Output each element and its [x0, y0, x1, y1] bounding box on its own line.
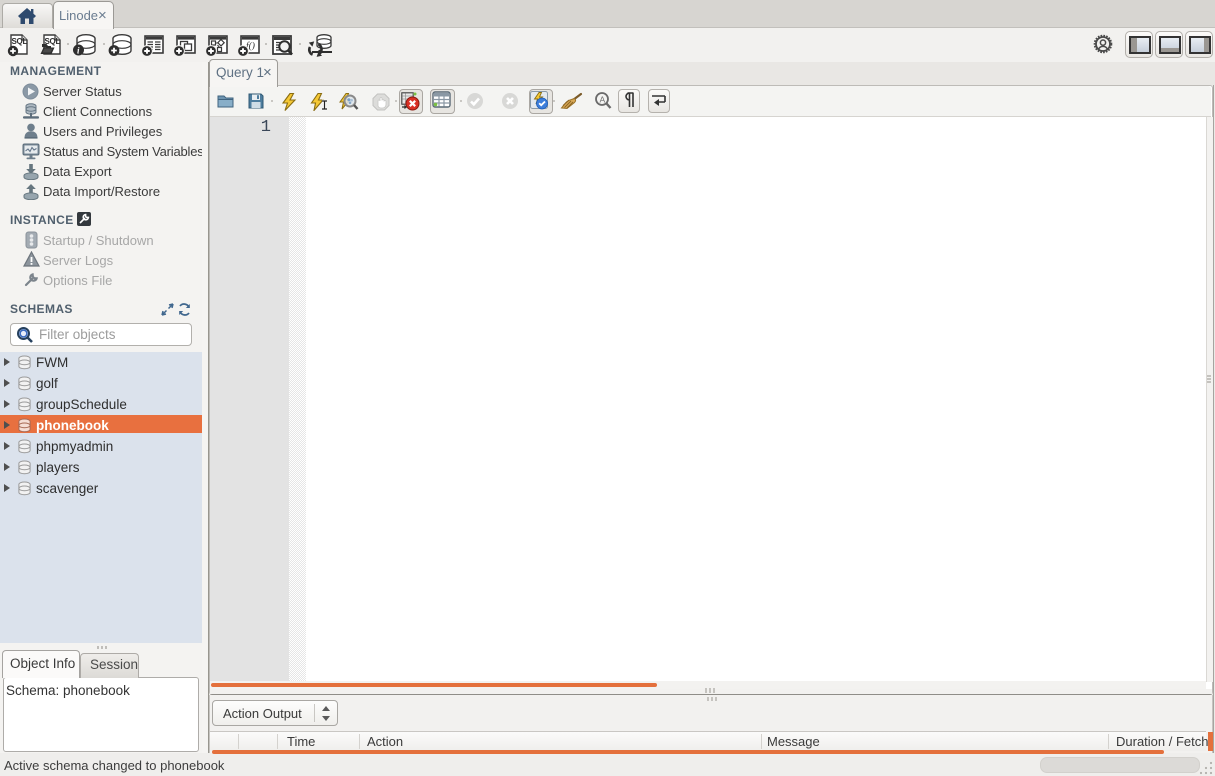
svg-text:A: A [600, 95, 606, 105]
svg-text:SQL: SQL [12, 37, 28, 46]
